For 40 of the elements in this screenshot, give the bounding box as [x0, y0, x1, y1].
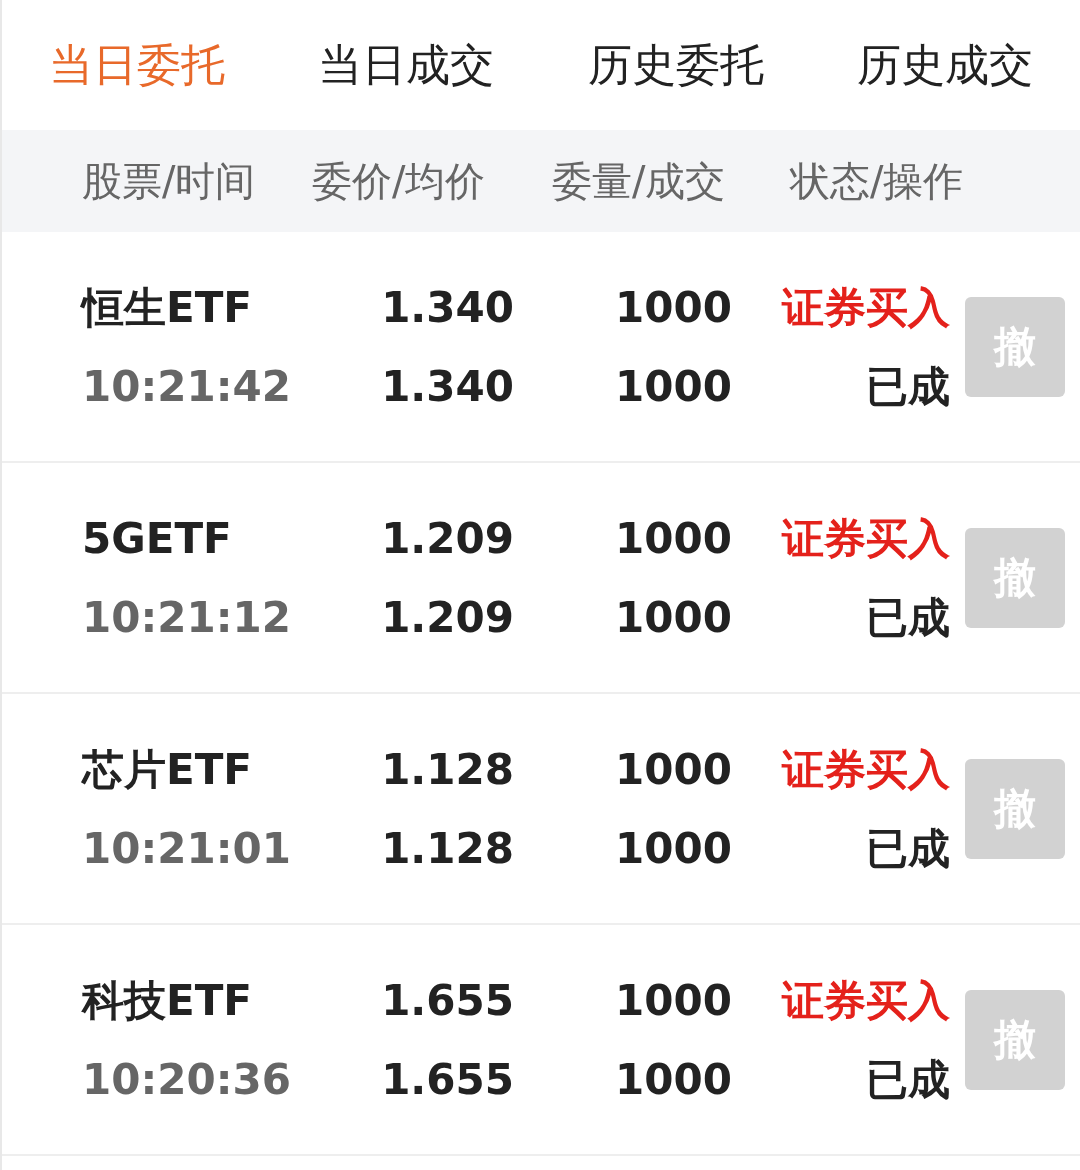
average-price: 1.128: [381, 822, 514, 875]
average-price: 1.340: [381, 360, 514, 413]
column-header: 股票/时间: [81, 157, 257, 206]
order-type: 证券买入: [782, 281, 950, 334]
average-price: 1.209: [381, 591, 514, 644]
stock-name: 芯片ETF: [82, 743, 254, 796]
column-header: 状态/操作: [790, 157, 965, 206]
stock-name: 5GETF: [82, 512, 233, 565]
order-quantity: 1000: [615, 743, 732, 796]
order-price: 1.655: [381, 974, 514, 1027]
order-time: 10:20:36: [82, 1053, 292, 1106]
order-status: 已成: [866, 360, 950, 413]
order-status: 已成: [866, 591, 950, 644]
column-header: 委量/成交: [552, 157, 727, 206]
order-quantity: 1000: [615, 512, 732, 565]
order-status: 已成: [866, 822, 950, 875]
order-type: 证券买入: [782, 743, 950, 796]
order-quantity: 1000: [615, 974, 732, 1027]
tab[interactable]: 历史成交: [810, 0, 1080, 130]
average-price: 1.655: [381, 1053, 514, 1106]
order-price: 1.340: [381, 281, 514, 334]
filled-quantity: 1000: [615, 360, 732, 413]
filled-quantity: 1000: [615, 1053, 732, 1106]
order-price: 1.209: [381, 512, 514, 565]
filled-quantity: 1000: [615, 591, 732, 644]
order-quantity: 1000: [615, 281, 732, 334]
tab[interactable]: 当日委托: [2, 0, 272, 130]
order-price: 1.128: [381, 743, 514, 796]
stock-name: 科技ETF: [82, 974, 254, 1027]
stock-name: 恒生ETF: [82, 281, 254, 334]
order-time: 10:21:01: [82, 822, 292, 875]
column-header: 委价/均价: [312, 157, 487, 206]
tab[interactable]: 历史委托: [541, 0, 811, 130]
order-time: 10:21:12: [82, 591, 292, 644]
order-status: 已成: [866, 1053, 950, 1106]
order-type: 证券买入: [782, 512, 950, 565]
order-type: 证券买入: [782, 974, 950, 1027]
order-time: 10:21:42: [82, 360, 292, 413]
tab[interactable]: 当日成交: [271, 0, 541, 130]
filled-quantity: 1000: [615, 822, 732, 875]
